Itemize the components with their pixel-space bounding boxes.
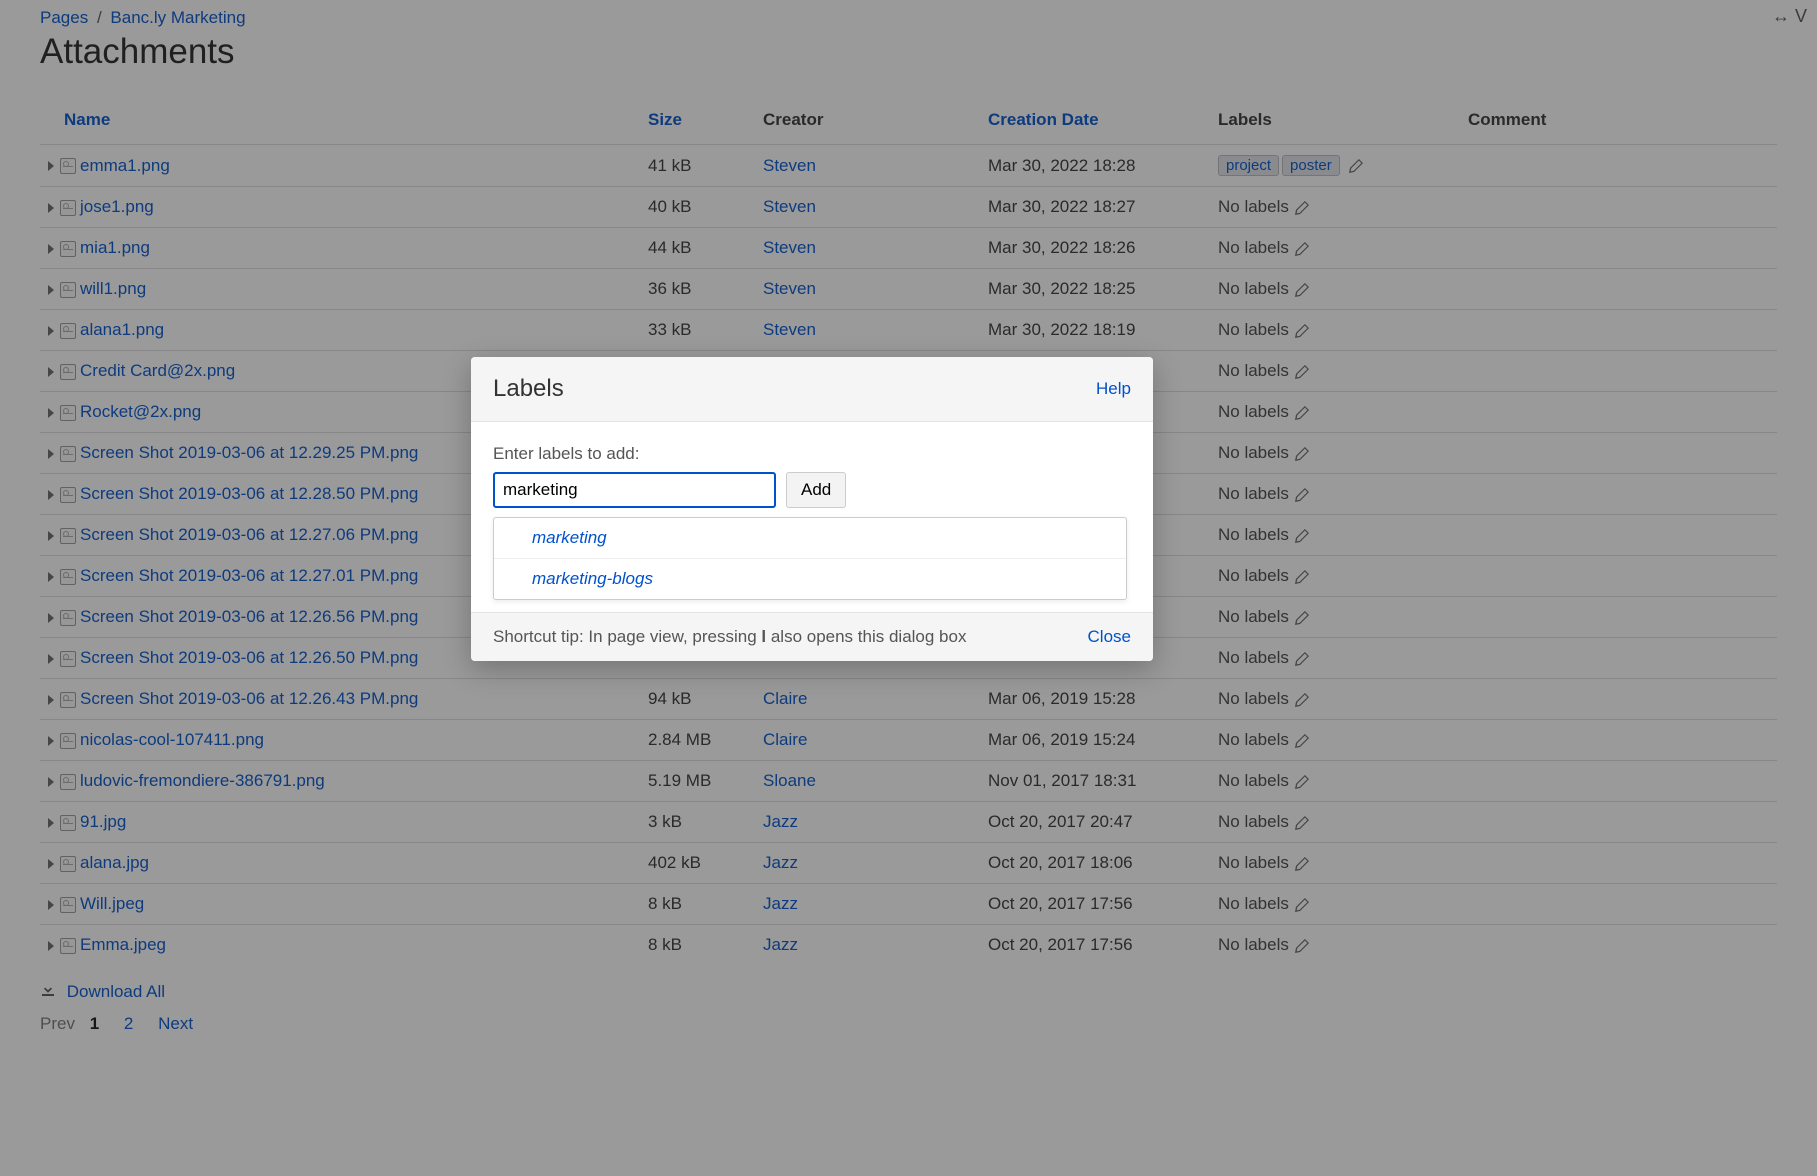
add-button[interactable]: Add [786,472,846,508]
dialog-title: Labels [493,375,564,403]
dialog-help-link[interactable]: Help [1096,379,1131,399]
suggestion-item[interactable]: marketing-blogs [494,558,1126,599]
dialog-header: Labels Help [471,357,1153,422]
dialog-close-link[interactable]: Close [1088,627,1131,647]
dialog-prompt: Enter labels to add: [493,444,1131,464]
dialog-tip: Shortcut tip: In page view, pressing l a… [493,627,966,647]
dialog-footer: Shortcut tip: In page view, pressing l a… [471,612,1153,661]
dialog-body: Enter labels to add: Add marketing marke… [471,422,1153,612]
suggestion-item[interactable]: marketing [494,518,1126,558]
labels-dialog: Labels Help Enter labels to add: Add mar… [471,357,1153,661]
label-input[interactable] [493,472,776,508]
label-suggestions: marketing marketing-blogs [493,517,1127,600]
